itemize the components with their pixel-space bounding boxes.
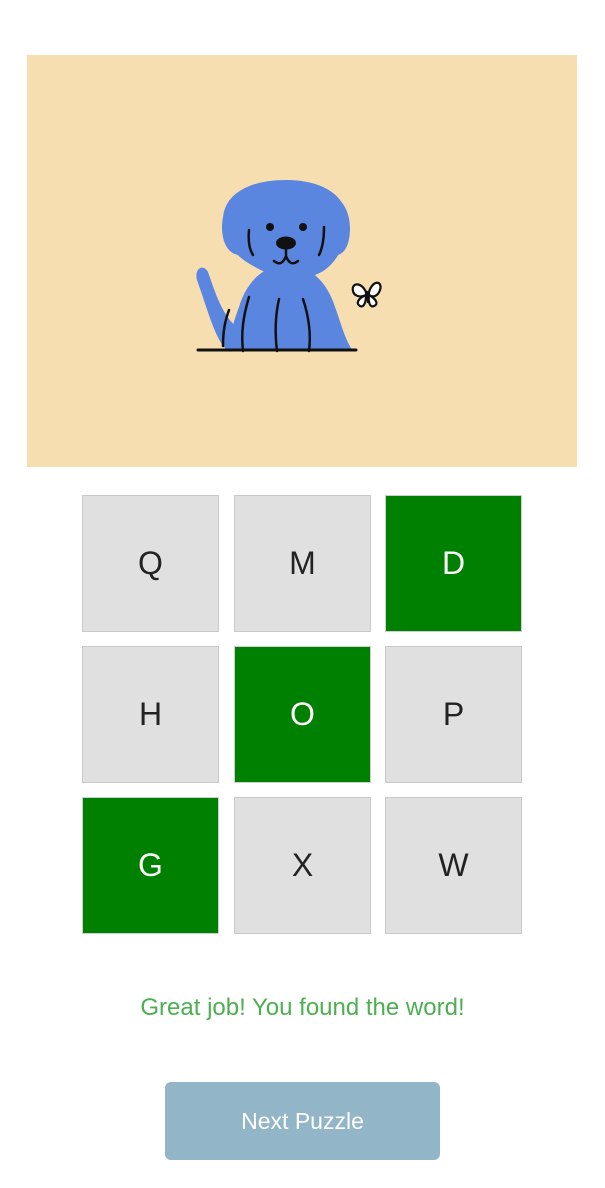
dog-right-ear xyxy=(324,195,351,256)
letter-tile[interactable]: Q xyxy=(82,495,219,632)
letter-tile[interactable]: M xyxy=(234,495,371,632)
letter-tile[interactable]: W xyxy=(385,797,522,934)
letter-tile-found[interactable]: O xyxy=(234,646,371,783)
dog-illustration xyxy=(196,179,382,353)
dog-eye-right xyxy=(299,223,307,231)
letter-tile[interactable]: H xyxy=(82,646,219,783)
letter-grid: Q M D H O P G X W xyxy=(82,495,523,936)
success-message: Great job! You found the word! xyxy=(140,994,465,1021)
dog-eye-left xyxy=(266,223,274,231)
butterfly-icon xyxy=(351,281,382,308)
letter-tile[interactable]: X xyxy=(234,797,371,934)
letter-tile[interactable]: P xyxy=(385,646,522,783)
letter-tile-found[interactable]: G xyxy=(82,797,219,934)
puzzle-picture xyxy=(27,55,577,467)
letter-tile-found[interactable]: D xyxy=(385,495,522,632)
dog-nose xyxy=(276,236,296,250)
next-puzzle-button[interactable]: Next Puzzle xyxy=(165,1082,440,1160)
dog-left-ear xyxy=(221,195,251,255)
dog-body xyxy=(225,265,353,351)
